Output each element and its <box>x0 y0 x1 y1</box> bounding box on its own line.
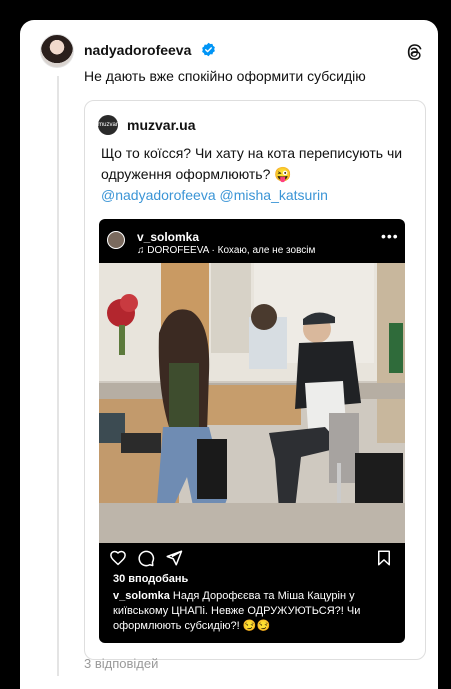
instagram-embed[interactable]: v_solomka ♫ DOROFEEVA · Кохаю, але не зо… <box>99 219 405 643</box>
quoted-username[interactable]: muzvar.ua <box>127 117 195 133</box>
user-avatar[interactable] <box>40 34 74 68</box>
bookmark-icon[interactable] <box>375 549 393 567</box>
threads-logo-icon[interactable] <box>404 42 424 62</box>
quoted-mentions[interactable]: @nadyadorofeeva @misha_katsurin <box>101 187 328 203</box>
post-photo[interactable] <box>99 263 405 543</box>
threads-post-card: nadyadorofeeva Не дають вже спокійно офо… <box>20 20 438 689</box>
likes-count[interactable]: 30 вподобань <box>113 573 188 585</box>
instagram-actions <box>99 545 405 571</box>
instagram-music[interactable]: ♫ DOROFEEVA · Кохаю, але не зовсім <box>137 245 315 256</box>
more-options-icon[interactable]: ••• <box>381 228 399 244</box>
caption-username[interactable]: v_solomka <box>113 590 170 602</box>
quoted-avatar[interactable]: muzvar <box>98 115 118 135</box>
instagram-username[interactable]: v_solomka <box>137 230 199 244</box>
instagram-avatar[interactable] <box>107 231 125 249</box>
quoted-post[interactable]: muzvar muzvar.ua Що то коїсся? Чи хату н… <box>84 100 426 660</box>
thread-line <box>57 76 59 676</box>
verified-badge-icon <box>202 42 215 57</box>
instagram-caption: v_solomka Надя Дорофєєва та Міша Кацурін… <box>113 589 403 634</box>
replies-count[interactable]: 3 відповідей <box>84 656 158 671</box>
post-username[interactable]: nadyadorofeeva <box>84 42 191 58</box>
quoted-text: Що то коїсся? Чи хату на кота переписуют… <box>101 145 403 182</box>
post-text: Не дають вже спокійно оформити субсидію <box>84 68 366 84</box>
heart-icon[interactable] <box>109 549 127 567</box>
comment-icon[interactable] <box>137 549 155 567</box>
share-icon[interactable] <box>165 549 183 567</box>
